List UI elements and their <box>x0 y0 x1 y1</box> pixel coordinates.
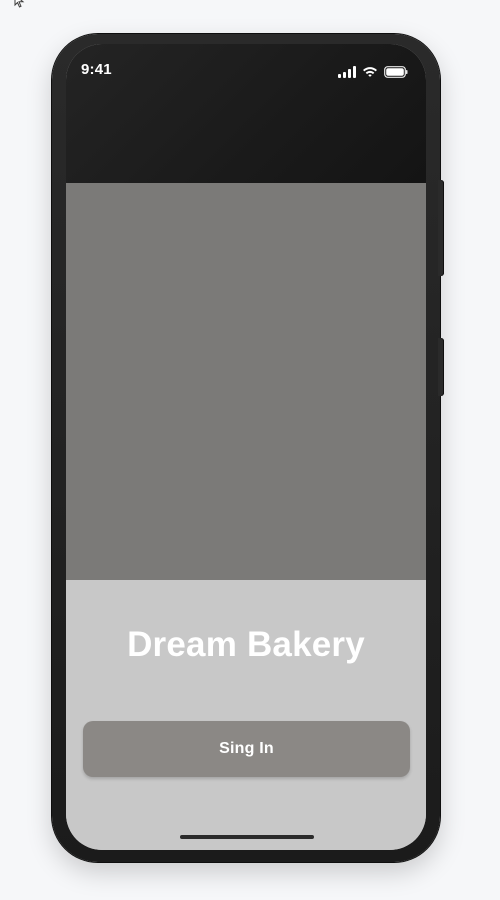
top-dark-region: 9:41 <box>66 44 426 183</box>
status-bar: 9:41 <box>66 44 426 98</box>
app-title: Dream Bakery <box>127 625 365 664</box>
screenshot-canvas: 9:41 Dream Bakery Sing In <box>0 0 500 900</box>
status-icons <box>338 65 408 79</box>
welcome-section: Dream Bakery Sing In <box>66 580 426 850</box>
mouse-pointer-icon <box>14 0 25 8</box>
phone-side-button-lower <box>438 338 444 396</box>
hero-image-placeholder <box>66 183 426 580</box>
home-indicator[interactable] <box>180 835 314 839</box>
phone-side-button-upper <box>438 180 444 276</box>
status-time: 9:41 <box>81 61 112 78</box>
battery-icon <box>384 66 408 78</box>
phone-screen: 9:41 Dream Bakery Sing In <box>66 44 426 850</box>
sign-in-button[interactable]: Sing In <box>83 721 410 777</box>
wifi-icon <box>363 67 377 77</box>
cellular-signal-icon <box>338 66 356 78</box>
